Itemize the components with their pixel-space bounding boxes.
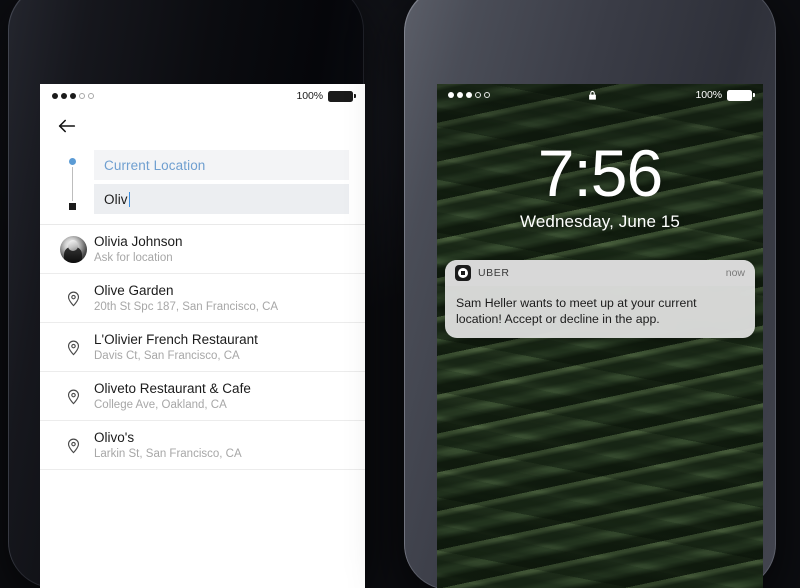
map-pin-icon (67, 291, 79, 306)
left-signal-dots-icon (52, 93, 94, 99)
clock-date: Wednesday, June 15 (520, 212, 680, 231)
notification-message: Sam Heller wants to meet up at your curr… (456, 296, 697, 326)
map-pin-icon (67, 389, 79, 404)
notification-timestamp: now (725, 267, 745, 279)
result-title: Oliveto Restaurant & Cafe (94, 380, 251, 396)
list-item[interactable]: Olivo's Larkin St, San Francisco, CA (40, 421, 365, 470)
destination-square-icon (68, 203, 76, 210)
search-results-list: Olivia Johnson Ask for location Olive Ga… (40, 224, 365, 470)
map-pin-icon (67, 340, 79, 355)
battery-icon (727, 89, 755, 101)
destination-input[interactable]: Oliv (94, 184, 349, 214)
origin-input[interactable]: Current Location (94, 150, 349, 180)
route-line (71, 167, 73, 201)
result-subtitle: Davis Ct, San Francisco, CA (94, 349, 240, 362)
result-text: Oliveto Restaurant & Cafe College Ave, O… (90, 380, 351, 413)
result-text: Olive Garden 20th St Spc 187, San Franci… (90, 282, 351, 315)
right-signal-dots-icon (448, 92, 490, 98)
right-status-bar: 100% (437, 84, 763, 106)
left-status-right: 100% (296, 90, 356, 102)
destination-input-value: Oliv (104, 191, 128, 207)
route-fields: Current Location Oliv (94, 150, 349, 214)
phone-left-screen: 100% Current Location Oliv Olivia Johnso… (40, 84, 365, 588)
lock-screen-clock: 7:56 Wednesday, June 15 (437, 136, 763, 232)
list-item[interactable]: Olivia Johnson Ask for location (40, 225, 365, 274)
result-icon-slot (56, 437, 90, 454)
battery-icon (328, 90, 356, 102)
result-text: Olivia Johnson Ask for location (90, 233, 351, 266)
clock-time: 7:56 (537, 136, 663, 210)
origin-dot-icon (68, 158, 76, 165)
result-icon-slot (56, 339, 90, 356)
list-item[interactable]: L'Olivier French Restaurant Davis Ct, Sa… (40, 323, 365, 372)
right-battery-percent: 100% (695, 89, 723, 101)
result-icon-slot (56, 235, 90, 263)
result-title: Olivo's (94, 429, 135, 445)
back-arrow-icon[interactable] (56, 115, 78, 137)
result-icon-slot (56, 388, 90, 405)
result-subtitle: College Ave, Oakland, CA (94, 398, 227, 411)
lock-icon (589, 90, 597, 100)
result-title: Olivia Johnson (94, 233, 183, 249)
result-subtitle: Ask for location (94, 251, 173, 264)
route-rail-indicator (67, 158, 77, 210)
list-item[interactable]: Oliveto Restaurant & Cafe College Ave, O… (40, 372, 365, 421)
left-battery-percent: 100% (296, 90, 324, 102)
notification-app-name: UBER (478, 267, 510, 279)
notification-banner[interactable]: UBER now Sam Heller wants to meet up at … (445, 260, 755, 338)
avatar (59, 235, 87, 263)
result-icon-slot (56, 290, 90, 307)
result-title: L'Olivier French Restaurant (94, 331, 258, 347)
result-title: Olive Garden (94, 282, 174, 298)
scene: 100% Current Location Oliv Olivia Johnso… (0, 0, 800, 588)
result-text: L'Olivier French Restaurant Davis Ct, Sa… (90, 331, 351, 364)
map-pin-icon (67, 438, 79, 453)
result-subtitle: 20th St Spc 187, San Francisco, CA (94, 300, 279, 313)
uber-app-icon (455, 265, 471, 281)
left-status-bar: 100% (40, 84, 365, 108)
origin-input-value: Current Location (104, 157, 206, 173)
route-input-block: Current Location Oliv (40, 144, 365, 224)
result-text: Olivo's Larkin St, San Francisco, CA (90, 429, 351, 462)
left-header (40, 108, 365, 144)
right-status-right: 100% (695, 89, 755, 101)
phone-right-screen: 100% 7:56 Wednesday, June 15 UBER now Sa… (437, 84, 763, 588)
list-item[interactable]: Olive Garden 20th St Spc 187, San Franci… (40, 274, 365, 323)
result-subtitle: Larkin St, San Francisco, CA (94, 447, 242, 460)
text-caret (128, 191, 131, 207)
notification-header: UBER now (445, 260, 755, 286)
